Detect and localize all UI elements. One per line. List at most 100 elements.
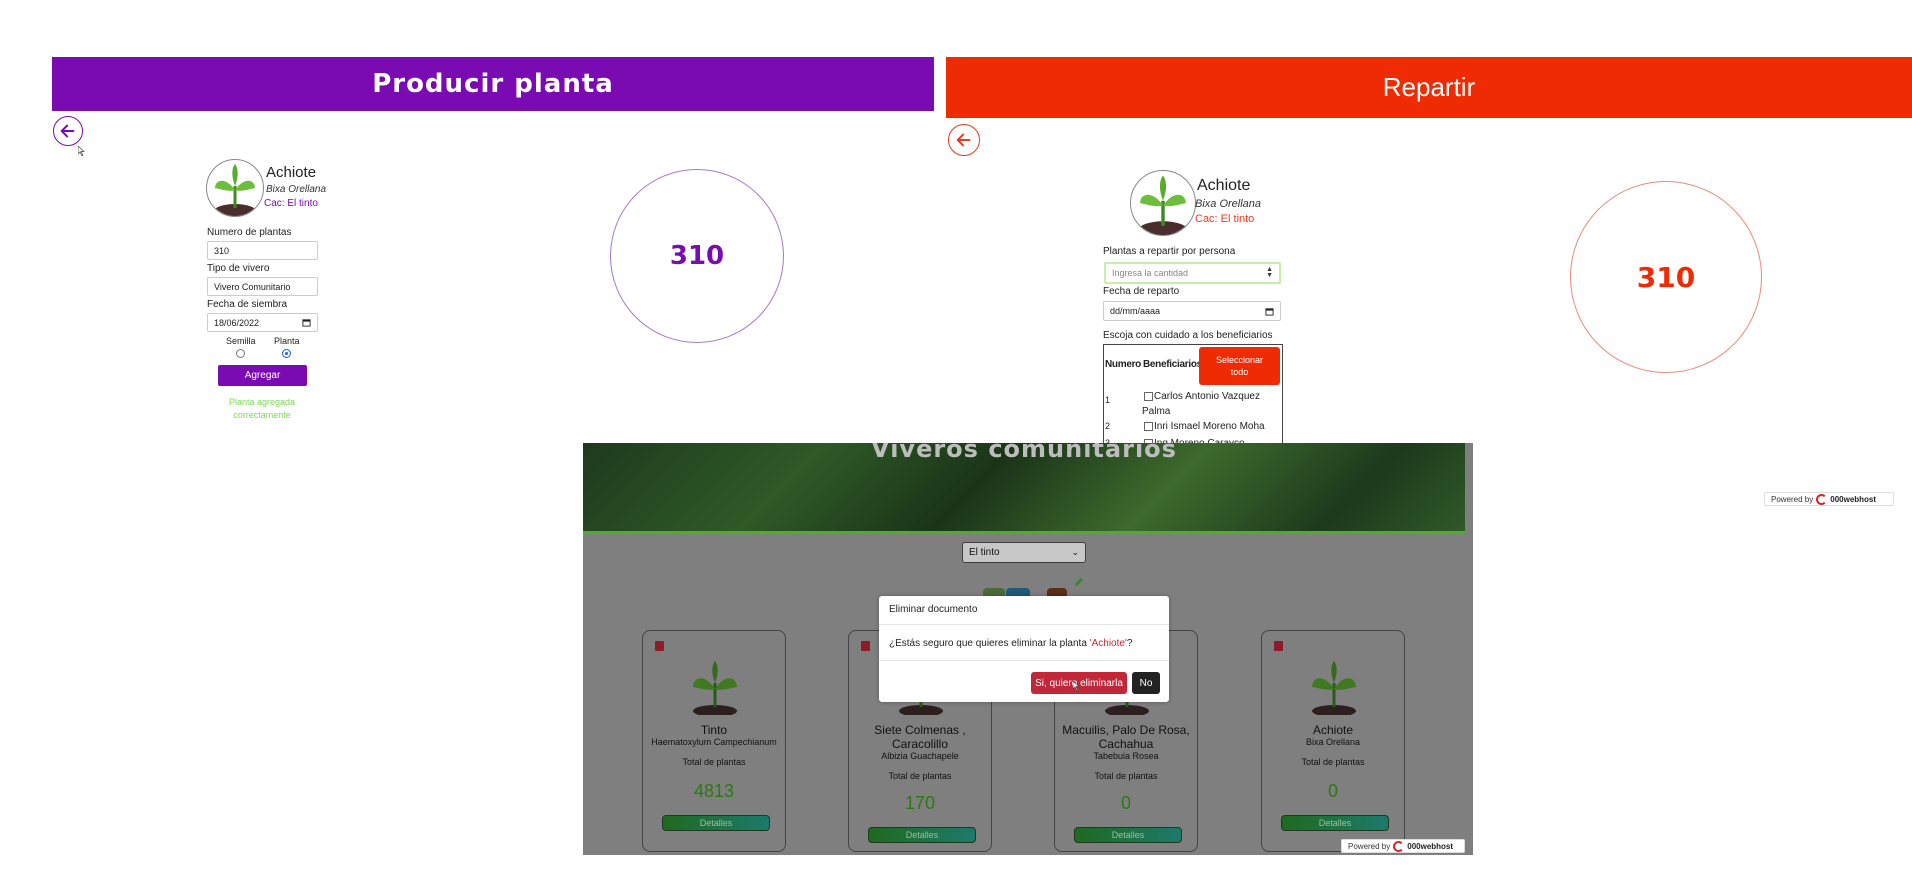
card-plant-name: Achiote (1312, 723, 1354, 737)
details-button[interactable]: Detalles (662, 815, 770, 831)
seed-radio-label: Semilla (226, 336, 256, 346)
plant-icon[interactable] (983, 588, 1005, 596)
add-button-label: Agregar (244, 370, 281, 381)
mouse-cursor-icon (1072, 678, 1081, 692)
powered-by-label: Powered by (1348, 841, 1391, 851)
card-plant-scientific: Albizia Guachapele (881, 751, 959, 761)
plant-name: Achiote (266, 164, 317, 181)
beneficiary-checkbox[interactable] (1144, 422, 1153, 431)
calendar-icon[interactable] (302, 318, 311, 327)
card-total-label: Total de plantas (1094, 771, 1158, 781)
per-person-placeholder: Ingresa la cantidad (1112, 268, 1189, 278)
success-message: Planta agregada correctamente (207, 396, 317, 422)
card-plant-name: Siete Colmenas , (874, 723, 966, 737)
modal-body-plant: 'Achiote' (1089, 638, 1127, 649)
card-total-value: 0 (1327, 781, 1338, 801)
left-header: Producir planta (52, 57, 934, 111)
card-total-label: Total de plantas (682, 757, 746, 767)
soil-icon[interactable] (1047, 588, 1067, 596)
add-button[interactable]: Agregar (218, 365, 307, 386)
details-label: Detalles (905, 830, 939, 840)
beneficiary-name-cont: Palma (1142, 406, 1171, 417)
num-plants-input[interactable]: 310 (207, 241, 318, 260)
select-all-button[interactable]: Seleccionar todo (1199, 347, 1280, 385)
per-person-input[interactable]: Ingresa la cantidad ▲ ▼ (1104, 262, 1281, 284)
powered-by-badge[interactable]: Powered by 000webhost (1764, 492, 1894, 506)
details-button[interactable]: Detalles (1281, 815, 1389, 831)
plant-radio[interactable] (282, 349, 291, 358)
banner-image: Viveros comunitarios (583, 443, 1465, 534)
col-header-beneficiaries: Beneficiarios (1143, 359, 1202, 370)
card-total-value: 0 (1120, 793, 1131, 813)
delete-confirm-modal: Eliminar documento ¿Estás seguro que qui… (879, 596, 1169, 702)
plant-card: Tinto Haematoxylum Campechianum Total de… (642, 630, 786, 852)
row-number: 1 (1105, 395, 1111, 405)
seed-radio[interactable] (236, 349, 245, 358)
site-select[interactable]: El tinto ⌄ (962, 542, 1086, 563)
water-icon[interactable] (1006, 588, 1030, 596)
delivery-date-input[interactable]: dd/mm/aaaa (1103, 301, 1281, 321)
trash-icon[interactable] (861, 641, 870, 651)
sprout-icon (1312, 661, 1356, 715)
card-plant-name: Tinto (700, 723, 728, 737)
arrow-left-icon (956, 133, 971, 147)
cancel-label: No (1139, 677, 1153, 689)
card-plant-scientific: Haematoxylum Campechianum (651, 737, 777, 747)
webhost-logo-icon (1816, 493, 1828, 505)
powered-by-host: 000webhost (1407, 841, 1454, 851)
per-person-label: Plantas a repartir por persona (1103, 246, 1236, 257)
powered-by-badge[interactable]: Powered by 000webhost (1341, 839, 1465, 853)
beneficiary-checkbox[interactable] (1144, 392, 1153, 401)
back-button-right[interactable] (948, 124, 980, 156)
modal-body-suffix: ? (1126, 638, 1133, 649)
plant-count-display: 310 (610, 169, 784, 343)
right-title: Repartir (1382, 72, 1476, 102)
card-total-value: 170 (904, 793, 936, 813)
plant-logo (206, 159, 264, 217)
arrow-left-icon (60, 124, 75, 138)
pencil-icon[interactable] (1074, 574, 1084, 586)
beneficiary-name: Carlos Antonio Vazquez (1154, 391, 1260, 402)
back-button[interactable] (53, 116, 83, 146)
plant-count-display-right: 310 (1570, 181, 1762, 373)
plant-name-right: Achiote (1197, 177, 1251, 194)
modal-body-prefix: ¿Estás seguro que quieres eliminar la pl… (889, 638, 1090, 649)
beneficiaries-table: Numero Beneficiarios Seleccionar todo 1 … (1103, 344, 1283, 446)
details-button[interactable]: Detalles (1074, 827, 1182, 843)
modal-divider (879, 660, 1169, 661)
sprout-icon (1137, 175, 1189, 235)
nursery-type-input[interactable]: Vivero Comunitario (207, 277, 318, 296)
plant-scientific-name: Bixa Orellana (266, 184, 327, 195)
card-plant-name-cont: Cachahua (1098, 737, 1154, 751)
trash-icon[interactable] (1274, 641, 1283, 651)
row-number: 2 (1105, 421, 1111, 431)
mouse-cursor-icon (77, 143, 86, 157)
sowing-date-input[interactable]: 18/06/2022 (207, 313, 318, 332)
plant-cac-right: Cac: El tinto (1195, 213, 1255, 225)
details-label: Detalles (1318, 818, 1352, 828)
spinner-icon[interactable]: ▲ ▼ (1266, 266, 1273, 279)
card-total-value: 4813 (693, 781, 735, 801)
table-row: Inri Ismael Moreno Moha (1142, 420, 1280, 433)
left-title: Producir planta (372, 69, 614, 99)
details-button[interactable]: Detalles (868, 827, 976, 843)
trash-icon[interactable] (655, 641, 664, 651)
table-row: Carlos Antonio Vazquez Palma (1142, 389, 1280, 419)
card-total-label: Total de plantas (1301, 757, 1365, 767)
chevron-down-icon: ⌄ (1071, 547, 1079, 557)
webhost-logo-icon (1393, 840, 1405, 852)
delivery-date-label: Fecha de reparto (1103, 286, 1180, 297)
card-total-label: Total de plantas (888, 771, 952, 781)
success-line-1: Planta agregada (228, 397, 296, 407)
num-plants-label: Numero de plantas (207, 227, 292, 238)
delivery-date-placeholder: dd/mm/aaaa (1110, 306, 1161, 316)
cancel-button[interactable]: No (1132, 672, 1160, 694)
details-label: Detalles (1111, 830, 1145, 840)
plant-radio-label: Planta (274, 336, 300, 346)
calendar-icon[interactable] (1265, 307, 1274, 316)
sowing-date-value: 18/06/2022 (214, 317, 260, 328)
plant-count-value-right: 310 (1636, 260, 1696, 294)
plant-scientific-name-right: Bixa Orellana (1195, 198, 1262, 210)
card-plant-name: Macuilis, Palo De Rosa, (1062, 723, 1190, 737)
sprout-icon (693, 661, 737, 715)
